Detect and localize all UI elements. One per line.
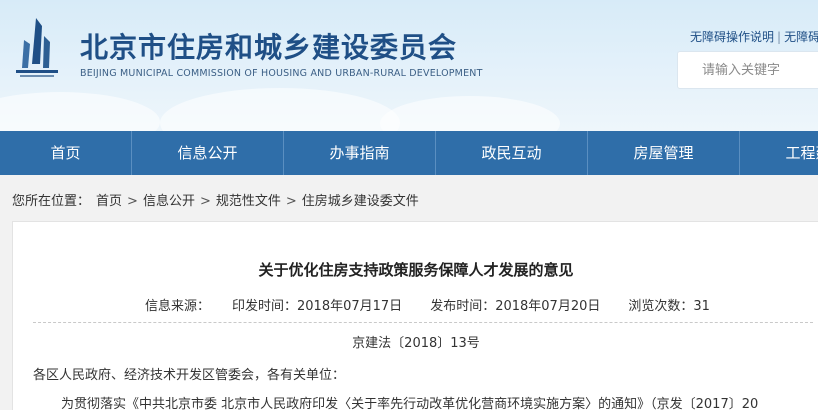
meta-issue-date: 印发时间：2018年07月17日	[232, 299, 403, 314]
commission-logo-icon[interactable]	[12, 14, 62, 80]
search-box	[677, 51, 818, 89]
article-paragraph: 为贯彻落实《中共北京市委 北京市人民政府印发〈关于率先行动改革优化营商环境实施方…	[61, 397, 759, 410]
breadcrumb-label: 您所在位置：	[12, 194, 91, 209]
accessibility-links: 无障碍操作说明 | 无障碍	[690, 28, 818, 45]
meta-publish-date: 发布时间：2018年07月20日	[430, 299, 601, 314]
search-input[interactable]	[678, 52, 818, 88]
header-cloud-decoration	[380, 96, 560, 131]
header-cloud-decoration	[0, 92, 160, 131]
nav-item-home[interactable]: 首页	[0, 131, 132, 175]
breadcrumb-normative-docs[interactable]: 规范性文件	[216, 194, 281, 209]
site-title[interactable]: 北京市住房和城乡建设委员会	[80, 26, 457, 66]
site-subtitle: BEIJING MUNICIPAL COMMISSION OF HOUSING …	[80, 68, 483, 79]
article-panel: 关于优化住房支持政策服务保障人才发展的意见 信息来源： 印发时间：2018年07月…	[12, 221, 818, 410]
meta-views: 浏览次数：31	[628, 299, 710, 314]
article-meta: 信息来源： 印发时间：2018年07月17日 发布时间：2018年07月20日 浏览次…	[145, 295, 738, 314]
accessibility-mode-link[interactable]: 无障碍	[784, 30, 818, 44]
article-title: 关于优化住房支持政策服务保障人才发展的意见	[258, 261, 574, 279]
meta-source: 信息来源：	[145, 299, 211, 314]
accessibility-guide-link[interactable]: 无障碍操作说明	[690, 30, 774, 44]
breadcrumb-home[interactable]: 首页	[96, 194, 122, 209]
nav-item-service-guide[interactable]: 办事指南	[284, 131, 436, 175]
nav-item-interaction[interactable]: 政民互动	[436, 131, 588, 175]
breadcrumb-info-disclosure[interactable]: 信息公开	[143, 194, 195, 209]
breadcrumb-separator: >	[127, 194, 138, 209]
breadcrumb: 您所在位置： 首页 > 信息公开 > 规范性文件 > 住房城乡建设委文件	[12, 190, 419, 209]
breadcrumb-commission-docs[interactable]: 住房城乡建设委文件	[302, 194, 419, 209]
nav-item-construction[interactable]: 工程建设	[740, 131, 818, 175]
link-separator: |	[777, 30, 782, 44]
breadcrumb-separator: >	[285, 194, 297, 209]
breadcrumb-separator: >	[199, 194, 211, 209]
meta-divider	[33, 322, 813, 323]
main-nav: 首页 信息公开 办事指南 政民互动 房屋管理 工程建设	[0, 131, 818, 175]
site-header: 北京市住房和城乡建设委员会 BEIJING MUNICIPAL COMMISSI…	[0, 0, 818, 131]
nav-item-housing[interactable]: 房屋管理	[588, 131, 740, 175]
article-paragraph: 各区人民政府、经济技术开发区管委会，各有关单位：	[33, 368, 346, 383]
nav-item-info-disclosure[interactable]: 信息公开	[132, 131, 284, 175]
document-number: 京建法〔2018〕13号	[352, 336, 480, 351]
header-cloud-decoration	[160, 88, 400, 131]
